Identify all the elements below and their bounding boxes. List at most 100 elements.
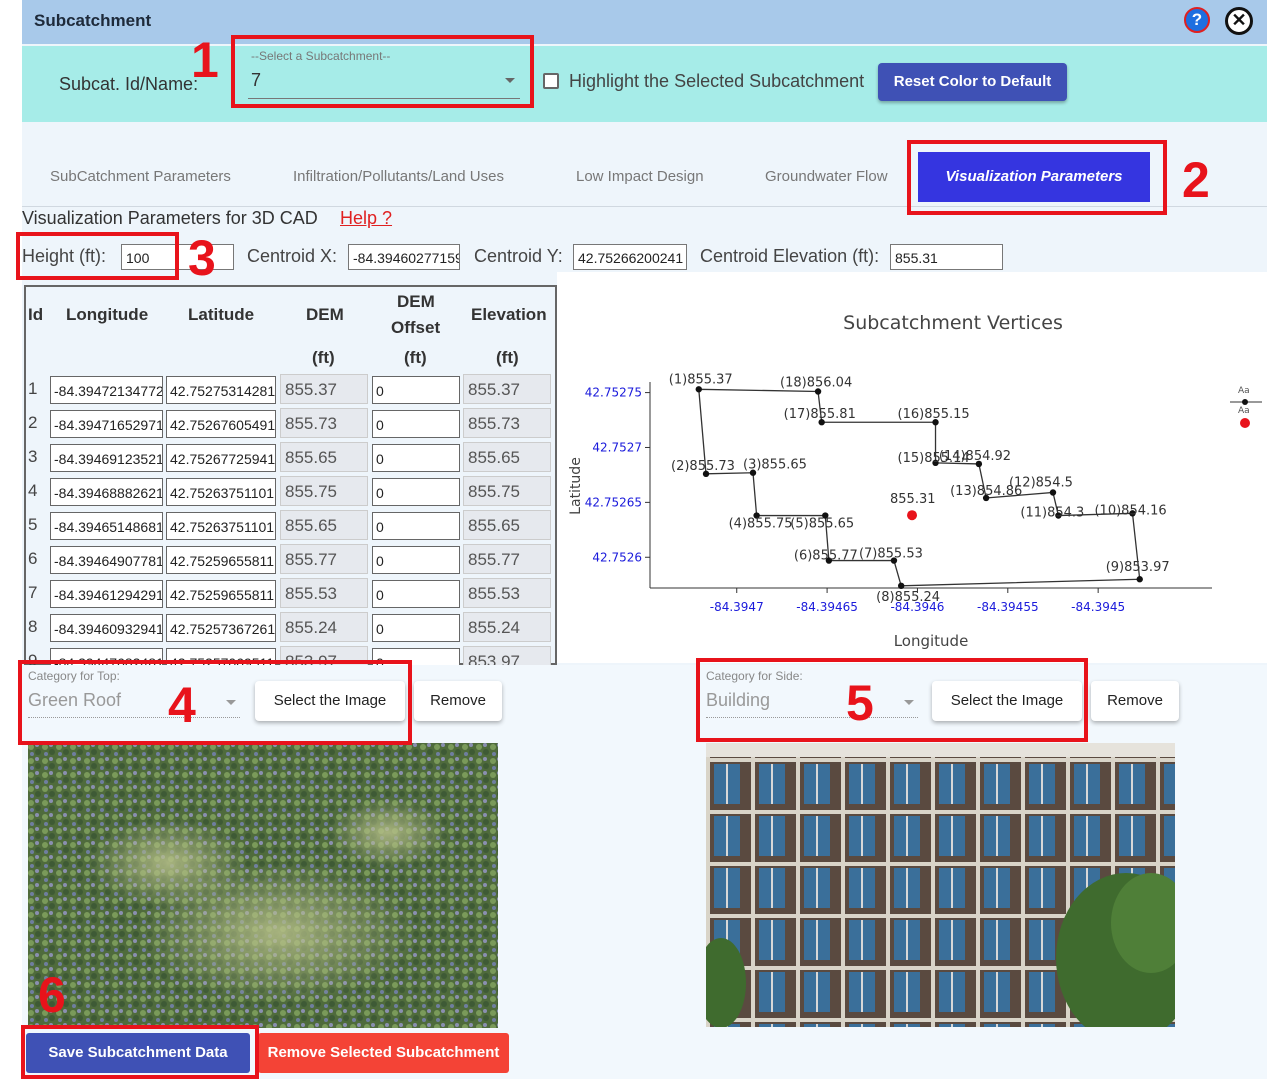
y-axis-label: Latitude xyxy=(568,457,584,515)
legend-centroid-marker xyxy=(1240,418,1250,428)
centroid-elevation-input[interactable]: 855.31 xyxy=(890,244,1003,270)
dem-offset-input[interactable]: 0 xyxy=(372,614,460,642)
vertex-label: (17)855.81 xyxy=(784,407,856,422)
elevation-value: 855.24 xyxy=(463,612,551,642)
longitude-input[interactable]: -84.39472134772 xyxy=(50,376,163,404)
highlight-label: Highlight the Selected Subcatchment xyxy=(569,71,865,91)
centroid-y-label: Centroid Y: xyxy=(474,246,563,266)
centroid-label: 855.31 xyxy=(890,492,936,507)
centroid-x-label: Centroid X: xyxy=(247,246,338,266)
annotation-number-3: 3 xyxy=(188,230,216,286)
latitude-input[interactable]: 42.75267725941 xyxy=(166,444,276,472)
highlight-checkbox[interactable] xyxy=(543,73,559,89)
vertex-label: (1)855.37 xyxy=(669,372,733,387)
vertices-chart-panel: Subcatchment Vertices -84.3947 -84.39465 -8… xyxy=(557,272,1267,663)
vertex-label: (15)855.14 xyxy=(898,451,970,466)
centroid-y-input[interactable]: 42.75266200241 xyxy=(573,244,687,270)
row-id: 4 xyxy=(28,481,38,500)
help-link[interactable]: Help ? xyxy=(340,208,392,229)
annotation-box-6 xyxy=(21,1025,259,1079)
latitude-input[interactable]: 42.75257367261 xyxy=(166,614,276,642)
building-facade xyxy=(706,743,1175,1027)
subcat-id-label: Subcat. Id/Name: xyxy=(59,74,199,94)
dialog-title: Subcatchment xyxy=(34,11,152,30)
tab-subcatchment-parameters[interactable]: SubCatchment Parameters xyxy=(50,168,231,185)
dem-value: 855.65 xyxy=(280,510,368,540)
dem-offset-input[interactable]: 0 xyxy=(372,410,460,438)
vertex-point xyxy=(897,582,905,590)
latitude-input[interactable]: 42.75267605491 xyxy=(166,410,276,438)
longitude-input[interactable]: -84.39471652971 xyxy=(50,410,163,438)
row-id: 2 xyxy=(28,413,38,432)
longitude-input[interactable]: -84.39460932941 xyxy=(50,614,163,642)
tab-low-impact-design[interactable]: Low Impact Design xyxy=(576,168,704,185)
row-id: 3 xyxy=(28,447,38,466)
x-tick-label: -84.3945 xyxy=(1071,600,1125,614)
top-remove-button[interactable]: Remove xyxy=(414,681,502,721)
y-tick-label: 42.75275 xyxy=(585,386,642,400)
col-header-dem-offset-1: DEM xyxy=(397,292,435,311)
longitude-input[interactable]: -84.39469123521 xyxy=(50,444,163,472)
col-header-dem: DEM xyxy=(306,305,344,324)
centroid-x-input[interactable]: -84.39460277159 xyxy=(348,244,460,270)
col-header-latitude: Latitude xyxy=(188,305,255,324)
x-axis-label: Longitude xyxy=(894,632,969,650)
vertex-label: (3)855.65 xyxy=(743,458,807,473)
dem-offset-input[interactable]: 0 xyxy=(372,580,460,608)
side-remove-button[interactable]: Remove xyxy=(1091,681,1179,721)
reset-color-button[interactable]: Reset Color to Default xyxy=(878,63,1067,101)
annotation-number-5: 5 xyxy=(846,675,874,731)
dem-offset-input[interactable]: 0 xyxy=(372,478,460,506)
building-facade-image xyxy=(706,743,1175,1027)
elevation-value: 855.73 xyxy=(463,408,551,438)
annotation-number-2: 2 xyxy=(1182,152,1210,208)
tab-groundwater-flow[interactable]: Groundwater Flow xyxy=(765,168,888,185)
col-header-elevation: Elevation xyxy=(471,305,547,324)
dem-offset-input[interactable]: 0 xyxy=(372,546,460,574)
dem-value: 855.73 xyxy=(280,408,368,438)
annotation-box-5 xyxy=(696,658,1088,742)
unit-dem: (ft) xyxy=(312,348,335,367)
legend-label: Aa xyxy=(1238,406,1250,416)
y-tick-label: 42.7526 xyxy=(592,550,642,564)
latitude-input[interactable]: 42.75263751101 xyxy=(166,512,276,540)
vertex-label: (4)855.75 xyxy=(729,517,793,532)
elevation-value: 855.65 xyxy=(463,510,551,540)
green-roof-texture xyxy=(28,743,498,1028)
annotation-number-4: 4 xyxy=(168,677,196,733)
legend-label: Aa xyxy=(1238,386,1250,396)
vertex-label: (6)855.77 xyxy=(794,549,858,564)
dem-value: 855.77 xyxy=(280,544,368,574)
row-id: 7 xyxy=(28,583,38,602)
help-icon[interactable]: ? xyxy=(1184,7,1210,33)
green-roof-texture-image xyxy=(28,743,498,1028)
longitude-input[interactable]: -84.39461294291 xyxy=(50,580,163,608)
row-id: 1 xyxy=(28,379,38,398)
row-id: 8 xyxy=(28,617,38,636)
latitude-input[interactable]: 42.75259655811 xyxy=(166,546,276,574)
vertex-label: (13)854.86 xyxy=(950,484,1022,499)
row-id: 6 xyxy=(28,549,38,568)
vertex-point xyxy=(1136,576,1143,583)
latitude-input[interactable]: 42.75263751101 xyxy=(166,478,276,506)
longitude-input[interactable]: -84.39468882621 xyxy=(50,478,163,506)
latitude-input[interactable]: 42.75275314281 xyxy=(166,376,276,404)
tab-infiltration[interactable]: Infiltration/Pollutants/Land Uses xyxy=(293,168,504,185)
longitude-input[interactable]: -84.39464907781 xyxy=(50,546,163,574)
section-title: Visualization Parameters for 3D CAD xyxy=(22,208,318,228)
annotation-number-6: 6 xyxy=(38,967,66,1023)
centroid-point xyxy=(907,510,918,521)
dem-value: 855.65 xyxy=(280,442,368,472)
close-icon[interactable]: ✕ xyxy=(1225,7,1253,35)
dem-offset-input[interactable]: 0 xyxy=(372,376,460,404)
latitude-input[interactable]: 42.75259655811 xyxy=(166,580,276,608)
vertex-label: (10)854.16 xyxy=(1094,503,1166,518)
longitude-input[interactable]: -84.39465148681 xyxy=(50,512,163,540)
elevation-value: 855.37 xyxy=(463,374,551,404)
dem-offset-input[interactable]: 0 xyxy=(372,444,460,472)
annotation-box-3 xyxy=(16,232,179,280)
dem-value: 855.75 xyxy=(280,476,368,506)
vertex-label: (9)853.97 xyxy=(1106,560,1170,575)
remove-subcatchment-button[interactable]: Remove Selected Subcatchment xyxy=(258,1033,509,1073)
dem-offset-input[interactable]: 0 xyxy=(372,512,460,540)
